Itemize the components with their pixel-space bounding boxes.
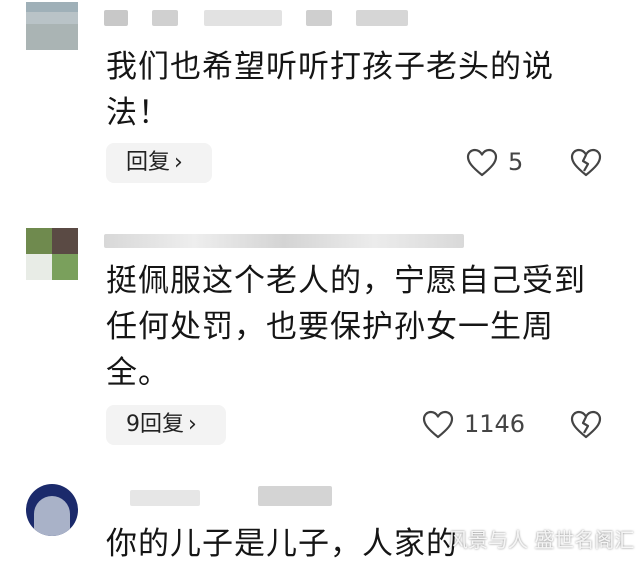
reply-label: 回复 — [126, 150, 171, 175]
chevron-right-icon: › — [188, 412, 197, 437]
username-blurred[interactable] — [130, 490, 200, 506]
username-blurred[interactable] — [258, 486, 332, 506]
broken-heart-icon[interactable] — [570, 410, 602, 440]
avatar[interactable] — [26, 484, 78, 536]
heart-outline-icon[interactable] — [466, 148, 498, 178]
reply-button[interactable]: 9回复 › — [106, 405, 226, 445]
username-blurred[interactable] — [104, 10, 128, 26]
watermark: 风景与人 盛世名阁汇 — [448, 528, 635, 552]
username-blurred[interactable] — [356, 10, 408, 26]
username-blurred[interactable] — [204, 10, 282, 26]
reply-button[interactable]: 回复 › — [106, 143, 212, 183]
username-blurred[interactable] — [152, 10, 178, 26]
broken-heart-icon[interactable] — [570, 148, 602, 178]
like-count: 5 — [508, 148, 524, 176]
like-count: 1146 — [464, 410, 526, 438]
reply-label: 9回复 — [126, 412, 184, 437]
chevron-right-icon: › — [174, 150, 183, 175]
avatar[interactable] — [26, 228, 78, 280]
username-blurred[interactable] — [306, 10, 332, 26]
comment-text: 我们也希望听听打孩子老头的说法！ — [106, 49, 554, 131]
heart-outline-icon[interactable] — [422, 410, 454, 440]
username-blurred[interactable] — [104, 234, 464, 248]
comment-text: 挺佩服这个老人的，宁愿自己受到任何处罚，也要保护孙女一生周全。 — [106, 263, 586, 391]
avatar[interactable] — [26, 2, 78, 50]
